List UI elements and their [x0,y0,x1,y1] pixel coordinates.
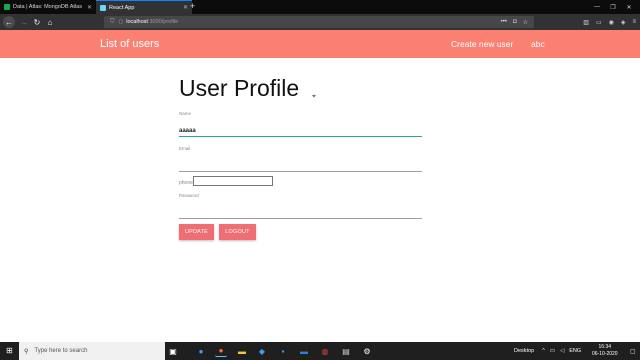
mouse-cursor-icon: ⌖ [312,93,316,100]
password-field[interactable] [179,207,422,219]
restore-icon[interactable]: ❐ [606,0,620,14]
browser-toolbar: ← → ↻ ⌂ ⛉ ▢ localhost:3000/profile ••• ◘… [0,14,640,30]
create-new-user-link[interactable]: Create new user [451,39,513,49]
browser-tab-mongodb[interactable]: Data | Atlas: MongoDB Atlas ✕ [0,0,96,14]
browser-tab-strip: Data | Atlas: MongoDB Atlas ✕ React App … [0,0,640,14]
phone-label: phone [179,180,193,186]
chevron-up-icon[interactable]: ^ [542,348,545,354]
reload-icon[interactable]: ↻ [31,16,43,28]
tab-title: React App [109,4,135,11]
mongodb-leaf-icon [4,4,10,10]
phone-field[interactable] [193,176,273,186]
firefox-icon[interactable]: ● [215,345,227,357]
email-field[interactable] [179,160,422,172]
clock-time: 16:34 [598,344,612,350]
email-label: Email [179,146,191,151]
forward-arrow-icon[interactable]: → [18,16,30,28]
tab-title: Data | Atlas: MongoDB Atlas [13,4,82,10]
react-icon [100,4,106,11]
app-navbar: List of users Create new user abc [0,30,640,58]
network-icon[interactable]: ▭ [550,348,555,354]
extension-icon[interactable]: ◈ [621,19,626,26]
clock-date: 06-10-2020 [592,351,618,357]
photoshop-icon[interactable]: ▪ [277,345,289,357]
current-user-link[interactable]: abc [531,39,545,49]
back-arrow-icon[interactable]: ← [3,16,15,28]
logout-button[interactable]: LOGOUT [219,224,256,240]
name-field[interactable] [179,125,422,137]
volume-icon[interactable]: ◁ [560,348,564,354]
taskbar-search-box[interactable]: ⚲ Type here to search [19,342,165,360]
edge-browser-icon[interactable]: ● [195,345,207,357]
language-indicator[interactable]: ENG [569,348,581,354]
pocket-icon[interactable]: ◘ [513,19,517,25]
home-icon[interactable]: ⌂ [44,16,56,28]
search-icon: ⚲ [24,348,29,355]
name-label: Name [179,111,192,116]
notifications-icon[interactable]: ▢ [630,342,636,360]
close-icon[interactable]: ✕ [183,4,188,11]
menu-icon[interactable]: ≡ [632,19,636,25]
file-explorer-icon[interactable]: ▬ [236,345,248,357]
bookmark-star-icon[interactable]: ☆ [523,19,528,26]
system-tray: Desktop ^ ▭ ◁ ENG [514,342,581,360]
taskbar-clock[interactable]: 16:34 06-10-2020 [592,344,618,358]
url-bar[interactable]: ⛉ ▢ localhost:3000/profile ••• ◘ ☆ [104,16,534,28]
page-title: User Profile [179,75,300,101]
chrome-icon[interactable]: ◍ [319,345,331,357]
window-close-icon[interactable]: ✕ [622,0,636,14]
password-label: Password [179,193,199,198]
new-tab-button[interactable]: + [190,1,195,11]
page-actions-icon[interactable]: ••• [501,19,507,25]
windows-taskbar: ⊞ ⚲ Type here to search ▣ ● ● ▬ ◆ ▪ ▬ ◍ … [0,342,640,360]
minimize-icon[interactable]: — [590,0,604,14]
close-icon[interactable]: ✕ [87,4,92,11]
mail-app-icon[interactable]: ▬ [298,345,310,357]
url-path: :3000/profile [147,19,179,25]
page-info-icon[interactable]: ▢ [119,19,124,25]
taskbar-search-placeholder: Type here to search [34,348,88,354]
browser-tab-react-app[interactable]: React App ✕ [96,0,192,14]
update-button[interactable]: UPDATE [179,224,214,240]
task-view-icon[interactable]: ▣ [167,345,179,357]
url-host: localhost [126,19,148,25]
account-icon[interactable]: ◉ [609,19,614,26]
vscode-icon[interactable]: ◆ [256,345,268,357]
windows-start-icon[interactable]: ⊞ [6,346,13,355]
desktop-toolbar-label[interactable]: Desktop [514,348,534,354]
library-icon[interactable]: ▥ [583,19,589,26]
store-app-icon[interactable]: ▤ [340,345,352,357]
sidebar-icon[interactable]: ▭ [596,19,602,26]
tracking-shield-icon[interactable]: ⛉ [110,19,115,26]
settings-gear-icon[interactable]: ⚙ [361,345,373,357]
navbar-brand[interactable]: List of users [100,38,159,50]
